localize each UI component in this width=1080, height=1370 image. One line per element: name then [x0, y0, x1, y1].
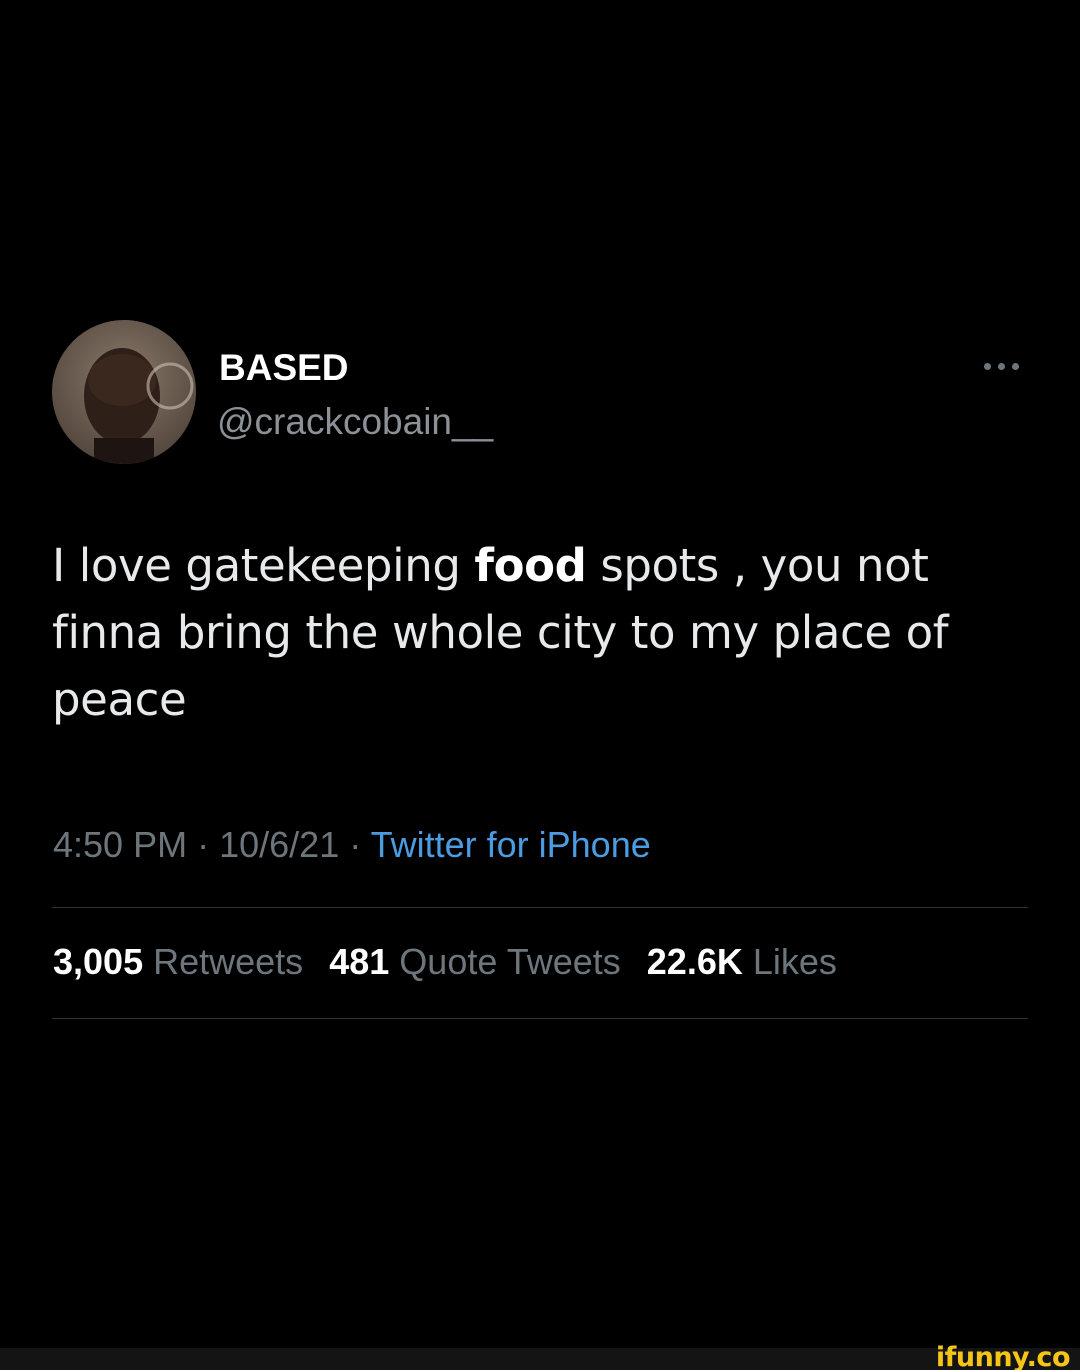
tweet-text-start: I love gatekeeping: [52, 539, 475, 592]
divider: [52, 1018, 1028, 1019]
display-name[interactable]: BASED: [219, 346, 349, 390]
more-dot: [998, 363, 1005, 370]
avatar[interactable]: [52, 320, 196, 464]
quote-tweets-stat[interactable]: 481 Quote Tweets: [329, 940, 621, 984]
more-dot: [984, 363, 991, 370]
watermark-bar: ifunny.co: [0, 1342, 1080, 1370]
meta-separator: ·: [197, 824, 210, 865]
tweet-text: I love gatekeeping food spots , you not …: [52, 532, 1012, 733]
tweet-time[interactable]: 4:50 PM: [53, 824, 187, 865]
more-options-icon[interactable]: [982, 354, 1022, 378]
more-dot: [1012, 363, 1019, 370]
quote-tweets-count: 481: [329, 941, 390, 982]
retweets-label: Retweets: [153, 941, 304, 982]
likes-stat[interactable]: 22.6K Likes: [647, 940, 837, 984]
tweet-date[interactable]: 10/6/21: [219, 824, 339, 865]
retweets-stat[interactable]: 3,005 Retweets: [53, 940, 303, 984]
meta-separator: ·: [349, 824, 362, 865]
tweet-text-bold: food: [474, 539, 587, 592]
likes-count: 22.6K: [646, 941, 743, 982]
tweet-meta: 4:50 PM · 10/6/21 · Twitter for iPhone: [53, 823, 651, 867]
ifunny-watermark: ifunny.co: [935, 1342, 1071, 1370]
likes-label: Likes: [752, 941, 837, 982]
tweet-header: BASED @crackcobain__: [52, 320, 1028, 470]
tweet-source-link[interactable]: Twitter for iPhone: [371, 824, 651, 865]
avatar-image: [52, 320, 196, 464]
quote-tweets-label: Quote Tweets: [399, 941, 621, 982]
retweets-count: 3,005: [53, 941, 144, 982]
tweet-stats: 3,005 Retweets 481 Quote Tweets 22.6K Li…: [53, 940, 853, 984]
user-handle[interactable]: @crackcobain__: [217, 400, 493, 444]
tweet-card: BASED @crackcobain__ I love gatekeeping …: [52, 320, 1028, 1019]
divider: [52, 907, 1028, 908]
